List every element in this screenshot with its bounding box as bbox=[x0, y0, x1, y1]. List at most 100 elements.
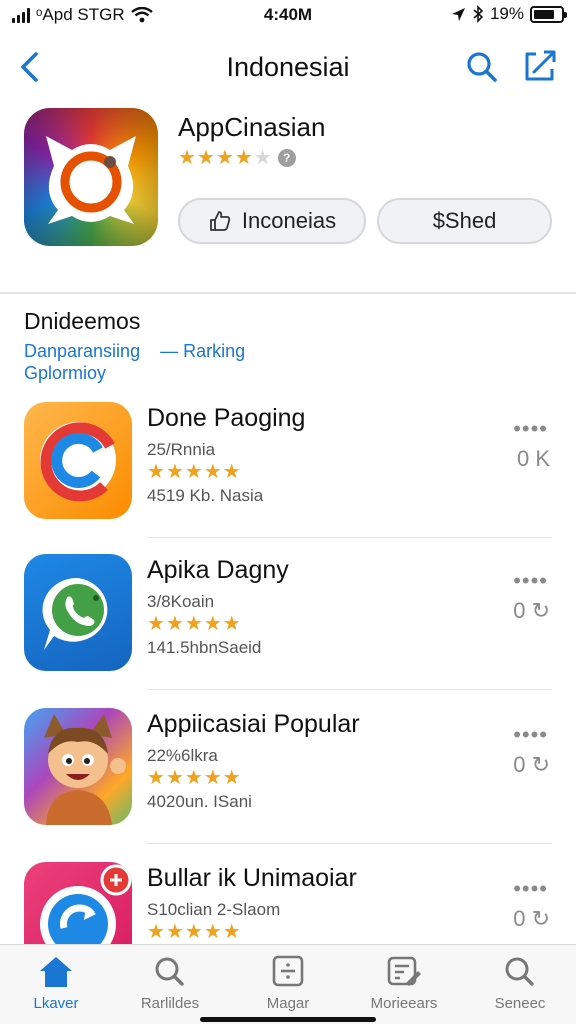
tab-browse[interactable]: Rarlildes bbox=[120, 955, 220, 1012]
list-item[interactable]: Appiicasiai Popular 22%6lkra ★ ★ ★ ★ ★ 4020u… bbox=[0, 704, 576, 844]
app-subtitle: 22%6lkra bbox=[147, 746, 218, 765]
rating-stars: ★ ★ ★ ★ ★ bbox=[147, 462, 241, 482]
battery-icon bbox=[530, 5, 567, 23]
star-icon: ★ bbox=[203, 461, 222, 483]
list-item[interactable]: Apika Dagny 3/8Koain ★ ★ ★ ★ ★ 141.5hbnSaeid… bbox=[0, 550, 576, 690]
star-icon: ★ bbox=[222, 921, 241, 943]
primary-action-label: Inconeias bbox=[241, 208, 337, 233]
search-icon bbox=[467, 52, 497, 82]
get-button[interactable]: 0 ↻ bbox=[513, 906, 550, 932]
star-icon: ★ bbox=[147, 461, 165, 483]
get-button[interactable]: 0 ↻ bbox=[513, 752, 550, 778]
star-icon: ★ bbox=[203, 613, 222, 635]
bluetooth-icon bbox=[473, 5, 484, 23]
app-name: Bullar ik Unimaoiar bbox=[147, 864, 357, 892]
home-indicator bbox=[200, 1017, 376, 1022]
search-button[interactable] bbox=[464, 49, 500, 85]
row-divider bbox=[147, 537, 552, 538]
link-explore[interactable]: Gplormioy bbox=[24, 362, 106, 384]
chevron-left-icon bbox=[21, 52, 38, 82]
back-button[interactable] bbox=[14, 48, 46, 86]
thumbs-up-icon bbox=[210, 211, 231, 231]
app-size: 4020un. ISani bbox=[147, 792, 252, 811]
secondary-action-button[interactable]: $Shed bbox=[377, 198, 552, 244]
search-icon bbox=[505, 957, 534, 986]
link-category[interactable]: Danparansiing bbox=[24, 340, 140, 362]
more-icon[interactable]: •••• bbox=[513, 722, 548, 748]
app-name: Done Paoging bbox=[147, 404, 306, 432]
section-divider bbox=[0, 292, 576, 294]
featured-app-icon[interactable] bbox=[24, 108, 158, 246]
info-icon[interactable]: ? bbox=[277, 149, 296, 167]
more-icon[interactable]: •••• bbox=[513, 876, 548, 902]
rating-stars: ★ ★ ★ ★ ★ bbox=[178, 148, 272, 168]
link-ranking[interactable]: — Rarking bbox=[160, 340, 245, 362]
get-button[interactable]: 0 K bbox=[517, 446, 550, 472]
star-icon: ★ bbox=[147, 921, 165, 943]
tab-label: Magar bbox=[266, 995, 310, 1012]
tab-home[interactable]: Lkaver bbox=[6, 955, 106, 1012]
share-icon bbox=[525, 50, 556, 81]
section-links: Danparansiing — Rarking Gplormioy bbox=[24, 340, 245, 384]
more-icon[interactable]: •••• bbox=[513, 568, 548, 594]
camera-badge-icon bbox=[46, 136, 136, 224]
primary-action-button[interactable]: Inconeias bbox=[178, 198, 366, 244]
home-icon bbox=[40, 957, 72, 987]
star-icon: ★ bbox=[165, 767, 184, 789]
star-icon: ★ bbox=[184, 613, 203, 635]
list-item[interactable]: Done Paoging 25/Rnnia ★ ★ ★ ★ ★ 4519 Kb. Nas… bbox=[0, 398, 576, 538]
star-icon: ★ bbox=[165, 461, 184, 483]
cartoon-character-icon bbox=[44, 714, 126, 825]
tab-label: Morieears bbox=[370, 995, 438, 1012]
star-icon: ★ bbox=[147, 613, 165, 635]
star-icon: ★ bbox=[222, 461, 241, 483]
star-icon: ★ bbox=[203, 921, 222, 943]
battery-percent: 19% bbox=[489, 4, 524, 23]
tab-label: Rarlildes bbox=[140, 995, 200, 1012]
app-icon bbox=[24, 708, 132, 825]
document-edit-icon bbox=[387, 956, 421, 986]
status-right: 19% bbox=[451, 4, 567, 24]
star-icon: ★ bbox=[147, 767, 165, 789]
tab-search[interactable]: Seneec bbox=[470, 955, 570, 1012]
star-icon: ★ bbox=[184, 921, 203, 943]
app-subtitle: 25/Rnnia bbox=[147, 440, 216, 459]
location-icon bbox=[451, 7, 465, 21]
nav-bar: Indonesiai bbox=[0, 40, 576, 94]
battery-fill bbox=[534, 9, 554, 19]
app-size: 4519 Kb. Nasia bbox=[147, 486, 264, 505]
rating-stars: ★ ★ ★ ★ ★ bbox=[147, 922, 241, 942]
app-name: Appiicasiai Popular bbox=[147, 710, 360, 738]
featured-app-name: AppCinasian bbox=[178, 112, 326, 142]
tab-bar: Lkaver Rarlildes Magar Morieears Seneec bbox=[0, 944, 576, 1024]
star-icon: ★ bbox=[253, 147, 272, 169]
chat-bubble-icon bbox=[42, 577, 108, 650]
app-subtitle: S10clian 2-Slaom bbox=[147, 900, 281, 919]
status-bar: ᵒApd STGR 4:40M 19% bbox=[0, 0, 576, 30]
tab-label: Lkaver bbox=[33, 995, 79, 1012]
star-icon: ★ bbox=[165, 921, 184, 943]
app-icon bbox=[24, 402, 132, 519]
star-icon: ★ bbox=[234, 147, 253, 169]
divide-box-icon bbox=[272, 955, 304, 987]
rating-stars: ★ ★ ★ ★ ★ bbox=[147, 614, 241, 634]
row-divider bbox=[147, 843, 552, 844]
tab-updates[interactable]: Morieears bbox=[354, 955, 454, 1012]
star-icon: ★ bbox=[215, 147, 234, 169]
more-icon[interactable]: •••• bbox=[513, 416, 548, 442]
get-button[interactable]: 0 ↻ bbox=[513, 598, 550, 624]
share-button[interactable] bbox=[522, 48, 558, 84]
star-icon: ★ bbox=[196, 147, 215, 169]
secondary-action-label: $Shed bbox=[432, 208, 497, 233]
tab-manage[interactable]: Magar bbox=[238, 955, 338, 1012]
rating-stars: ★ ★ ★ ★ ★ bbox=[147, 768, 241, 788]
tab-label: Seneec bbox=[494, 995, 546, 1012]
star-icon: ★ bbox=[178, 147, 196, 169]
featured-app-rating: ★ ★ ★ ★ ★ ? bbox=[178, 148, 296, 168]
search-icon bbox=[155, 957, 184, 986]
star-icon: ★ bbox=[222, 613, 241, 635]
app-icon bbox=[24, 554, 132, 671]
star-icon: ★ bbox=[222, 767, 241, 789]
app-size: 141.5hbnSaeid bbox=[147, 638, 262, 657]
star-icon: ★ bbox=[184, 767, 203, 789]
